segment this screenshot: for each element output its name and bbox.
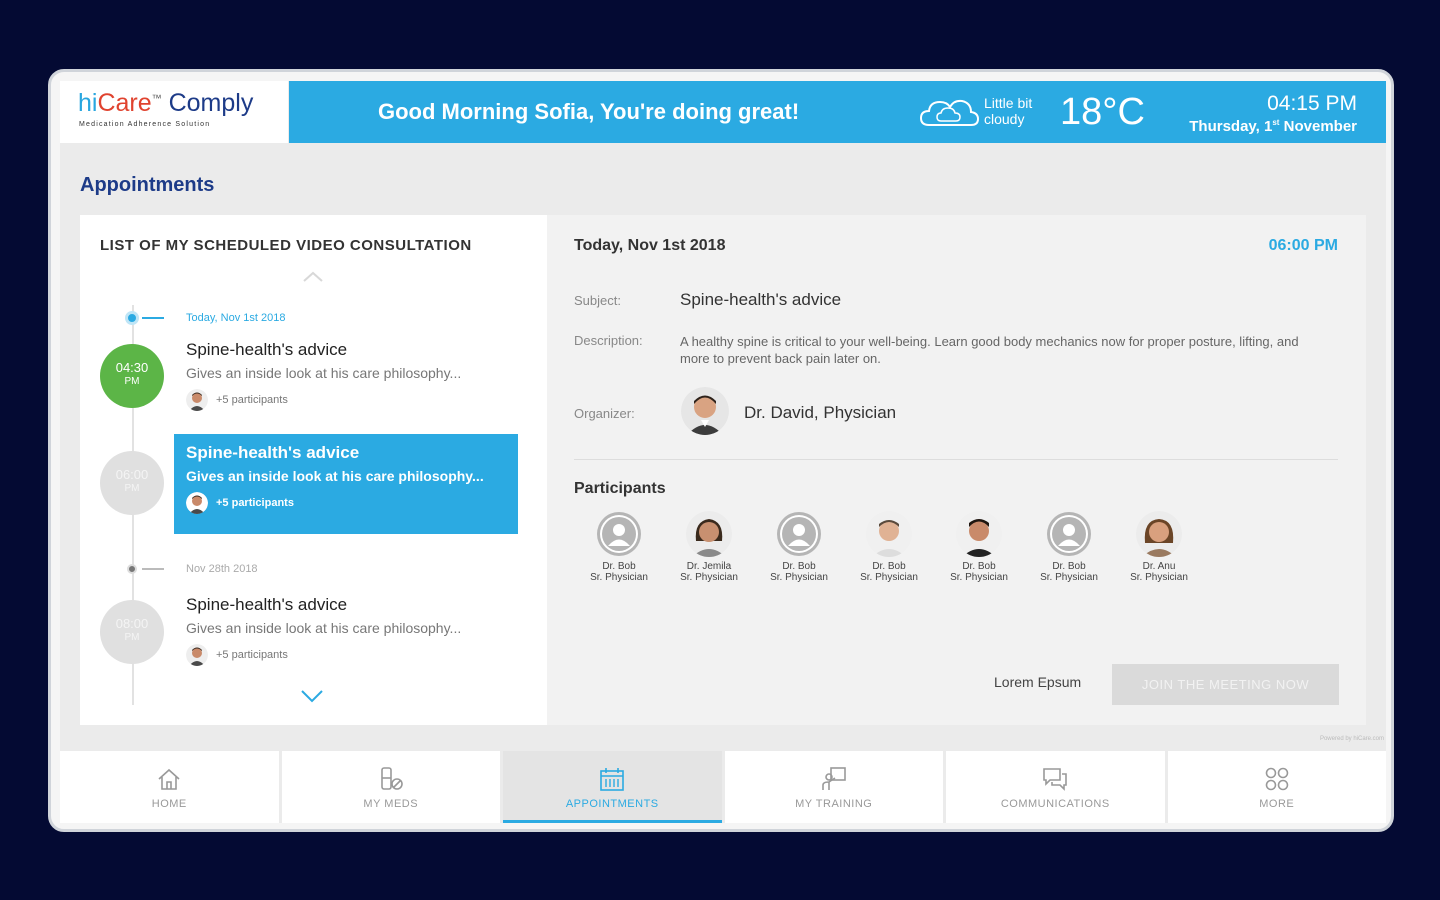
- clock-date: Thursday, 1st November: [1189, 118, 1357, 135]
- bottom-nav: HOME MY MEDS APPOINTMENTS MY TRAINING CO…: [60, 751, 1386, 823]
- participants-list: Dr. Bob Sr. Physician Dr. Jemila Sr. Physi…: [574, 511, 1204, 583]
- appointment-desc: Gives an inside look at his care philoso…: [186, 620, 462, 636]
- cloud-icon: [919, 99, 980, 126]
- date-group-label: Nov 28th 2018: [186, 563, 258, 575]
- nav-my-meds[interactable]: MY MEDS: [281, 751, 500, 823]
- training-icon: [821, 766, 846, 790]
- participant[interactable]: Dr. Bob Sr. Physician: [844, 511, 934, 583]
- participant[interactable]: Dr. Bob Sr. Physician: [754, 511, 844, 583]
- avatar: [866, 511, 912, 557]
- subject-label: Subject:: [574, 293, 621, 308]
- appointment-title: Spine-health's advice: [186, 443, 360, 462]
- pills-icon: [380, 766, 403, 790]
- organizer-name: Dr. David, Physician: [744, 403, 897, 422]
- timeline-dot-active: [125, 311, 139, 325]
- grid-icon: [1265, 767, 1289, 790]
- nav-home[interactable]: HOME: [60, 751, 279, 823]
- timeline-dot: [127, 564, 137, 574]
- powered-by: Powered by hiCare.com: [1319, 736, 1384, 742]
- appointment-title: Spine-health's advice: [186, 595, 348, 614]
- timeline-connector: [142, 317, 164, 319]
- participant[interactable]: Dr. Bob Sr. Physician: [574, 511, 664, 583]
- nav-more[interactable]: MORE: [1167, 751, 1386, 823]
- date-group-label: Today, Nov 1st 2018: [186, 312, 286, 324]
- time-circle: 04:30 PM: [100, 344, 164, 408]
- avatar: [1136, 511, 1182, 557]
- clock-time: 04:15 PM: [1267, 92, 1357, 115]
- avatar: [186, 389, 208, 411]
- participant[interactable]: Dr. Anu Sr. Physician: [1114, 511, 1204, 583]
- home-icon: [158, 768, 180, 790]
- subject-value: Spine-health's advice: [680, 290, 842, 309]
- avatar-placeholder-icon: [597, 512, 641, 556]
- appointment-title: Spine-health's advice: [186, 340, 348, 359]
- participant[interactable]: Dr. Bob Sr. Physician: [934, 511, 1024, 583]
- list-heading: LIST OF MY SCHEDULED VIDEO CONSULTATION: [100, 237, 472, 254]
- lorem-epsum-link[interactable]: Lorem Epsum: [994, 674, 1081, 690]
- scroll-down-chevron-icon[interactable]: [300, 689, 324, 703]
- greeting-text: Good Morning Sofia, You're doing great!: [378, 99, 800, 124]
- appointment-item[interactable]: Spine-health's advice Gives an inside lo…: [174, 331, 518, 431]
- avatar: [956, 511, 1002, 557]
- nav-my-training[interactable]: MY TRAINING: [724, 751, 943, 823]
- join-meeting-button[interactable]: JOIN THE MEETING NOW: [1112, 664, 1339, 705]
- description-value: A healthy spine is critical to your well…: [680, 334, 1299, 366]
- organizer-label: Organizer:: [574, 406, 635, 421]
- avatar-placeholder-icon: [777, 512, 821, 556]
- participant[interactable]: Dr. Jemila Sr. Physician: [664, 511, 754, 583]
- appointment-item[interactable]: Spine-health's advice Gives an inside lo…: [174, 586, 518, 686]
- page-title: Appointments: [80, 174, 215, 196]
- appointment-detail-panel: Today, Nov 1st 2018 06:00 PM Subject: Sp…: [547, 215, 1366, 725]
- chat-icon: [1043, 767, 1068, 791]
- avatar: [186, 644, 208, 666]
- description-label: Description:: [574, 333, 643, 348]
- avatar: [686, 511, 732, 557]
- calendar-icon: [600, 767, 625, 791]
- appointment-list-panel: LIST OF MY SCHEDULED VIDEO CONSULTATION …: [80, 215, 547, 725]
- organizer-avatar: [681, 387, 729, 435]
- avatar: [186, 492, 208, 514]
- logo-tagline: Medication Adherence Solution: [79, 121, 211, 128]
- header-banner: Good Morning Sofia, You're doing great! …: [289, 81, 1386, 143]
- participants-heading: Participants: [574, 480, 666, 497]
- divider: [574, 459, 1338, 460]
- appointment-desc: Gives an inside look at his care philoso…: [186, 365, 462, 381]
- nav-appointments[interactable]: APPOINTMENTS: [503, 751, 722, 823]
- temperature: 18°C: [1060, 91, 1145, 133]
- tablet-frame: hiCare™ Comply Medication Adherence Solu…: [48, 69, 1394, 832]
- weather-text: Little bit cloudy: [984, 95, 1033, 127]
- time-circle: 06:00 PM: [100, 451, 164, 515]
- hicare-comply-logo: hiCare™ Comply: [78, 89, 254, 117]
- appointment-desc: Gives an inside look at his care philoso…: [186, 468, 484, 484]
- scroll-up-chevron-icon[interactable]: [302, 271, 324, 283]
- detail-time: 06:00 PM: [1268, 237, 1338, 254]
- time-circle: 08:00 PM: [100, 600, 164, 664]
- appointment-participants: +5 participants: [186, 389, 506, 411]
- appointment-participants: +5 participants: [186, 644, 506, 666]
- appointment-participants: +5 participants: [186, 492, 506, 514]
- detail-date: Today, Nov 1st 2018: [574, 237, 726, 254]
- avatar-placeholder-icon: [1047, 512, 1091, 556]
- logo-box: hiCare™ Comply Medication Adherence Solu…: [60, 81, 288, 143]
- nav-communications[interactable]: COMMUNICATIONS: [946, 751, 1165, 823]
- appointment-item-selected[interactable]: Spine-health's advice Gives an inside lo…: [174, 434, 518, 534]
- timeline-connector: [142, 568, 164, 570]
- app-screen: hiCare™ Comply Medication Adherence Solu…: [60, 81, 1386, 823]
- participant[interactable]: Dr. Bob Sr. Physician: [1024, 511, 1114, 583]
